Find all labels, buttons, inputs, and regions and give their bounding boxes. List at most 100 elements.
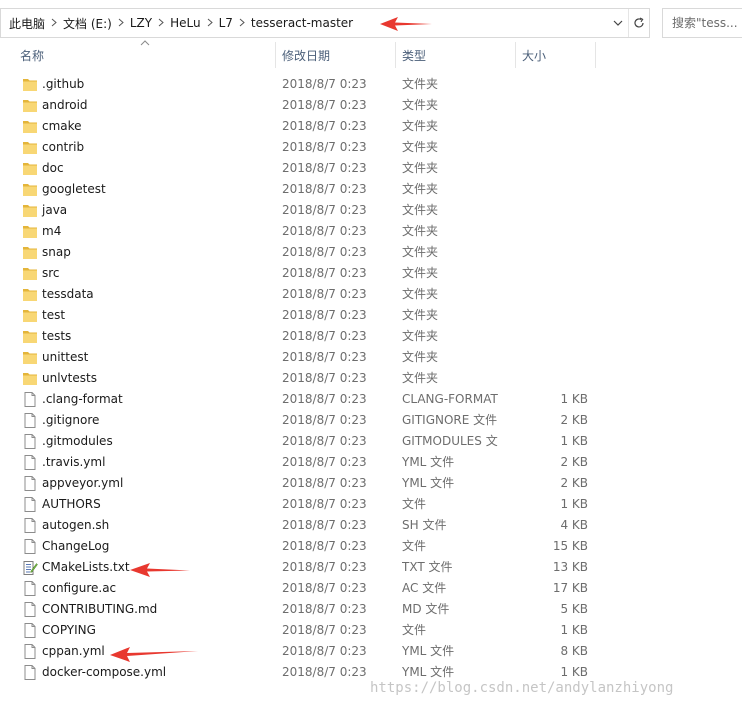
chevron-right-icon[interactable]: [45, 16, 63, 30]
chevron-right-icon[interactable]: [112, 16, 130, 30]
list-item[interactable]: test 2018/8/7 0:23 文件夹: [0, 305, 742, 326]
list-item[interactable]: AUTHORS 2018/8/7 0:23 文件 1 KB: [0, 494, 742, 515]
list-item[interactable]: CMakeLists.txt 2018/8/7 0:23 TXT 文件 13 KB: [0, 557, 742, 578]
breadcrumb-item[interactable]: tesseract-master: [251, 16, 353, 30]
file-icon: [22, 623, 38, 638]
file-date: 2018/8/7 0:23: [282, 602, 367, 616]
folder-icon: [22, 350, 38, 365]
breadcrumb-item[interactable]: LZY: [130, 16, 152, 30]
list-item[interactable]: unlvtests 2018/8/7 0:23 文件夹: [0, 368, 742, 389]
list-item[interactable]: tests 2018/8/7 0:23 文件夹: [0, 326, 742, 347]
list-item[interactable]: appveyor.yml 2018/8/7 0:23 YML 文件 2 KB: [0, 473, 742, 494]
file-date: 2018/8/7 0:23: [282, 623, 367, 637]
column-header-size[interactable]: 大小: [522, 40, 592, 70]
list-item[interactable]: docker-compose.yml 2018/8/7 0:23 YML 文件 1 K…: [0, 662, 742, 683]
list-item[interactable]: CONTRIBUTING.md 2018/8/7 0:23 MD 文件 5 KB: [0, 599, 742, 620]
list-item[interactable]: tessdata 2018/8/7 0:23 文件夹: [0, 284, 742, 305]
column-header-name[interactable]: 名称: [20, 40, 274, 70]
file-date: 2018/8/7 0:23: [282, 350, 367, 364]
file-size: 1 KB: [560, 623, 588, 637]
file-type: CLANG-FORMAT: [402, 392, 498, 406]
file-icon: [22, 581, 38, 596]
chevron-down-icon[interactable]: [608, 9, 628, 37]
search-input[interactable]: [672, 16, 742, 30]
file-type: 文件: [402, 539, 427, 553]
file-type: 文件夹: [402, 77, 439, 91]
list-item[interactable]: cppan.yml 2018/8/7 0:23 YML 文件 8 KB: [0, 641, 742, 662]
file-date: 2018/8/7 0:23: [282, 665, 367, 679]
file-type: 文件夹: [402, 350, 439, 364]
file-type: 文件夹: [402, 182, 439, 196]
file-name: unittest: [42, 350, 89, 364]
file-type: MD 文件: [402, 602, 450, 616]
file-name: .travis.yml: [42, 455, 106, 469]
file-name: doc: [42, 161, 64, 175]
file-icon: [22, 644, 38, 659]
list-item[interactable]: configure.ac 2018/8/7 0:23 AC 文件 17 KB: [0, 578, 742, 599]
folder-icon: [22, 224, 38, 239]
file-type: 文件夹: [402, 161, 439, 175]
list-item[interactable]: .gitignore 2018/8/7 0:23 GITIGNORE 文件 2 KB: [0, 410, 742, 431]
file-icon: [22, 392, 38, 407]
chevron-right-icon[interactable]: [233, 16, 251, 30]
file-name: m4: [42, 224, 62, 238]
refresh-icon[interactable]: [628, 9, 649, 37]
file-name: src: [42, 266, 60, 280]
folder-icon: [22, 140, 38, 155]
list-item[interactable]: m4 2018/8/7 0:23 文件夹: [0, 221, 742, 242]
file-type: 文件夹: [402, 287, 439, 301]
list-item[interactable]: doc 2018/8/7 0:23 文件夹: [0, 158, 742, 179]
list-item[interactable]: snap 2018/8/7 0:23 文件夹: [0, 242, 742, 263]
list-item[interactable]: android 2018/8/7 0:23 文件夹: [0, 95, 742, 116]
breadcrumb-item[interactable]: HeLu: [170, 16, 201, 30]
breadcrumb-item[interactable]: 文档 (E:): [63, 15, 112, 32]
column-header-type[interactable]: 类型: [402, 40, 512, 70]
address-bar[interactable]: 此电脑 文档 (E:) LZY HeLu L7 tesseract-master: [0, 8, 650, 38]
file-type: YML 文件: [402, 476, 455, 490]
folder-icon: [22, 161, 38, 176]
file-name: COPYING: [42, 623, 96, 637]
file-name: tessdata: [42, 287, 94, 301]
file-size: 2 KB: [560, 413, 588, 427]
file-name: snap: [42, 245, 71, 259]
file-icon: [22, 455, 38, 470]
breadcrumb-item[interactable]: 此电脑: [9, 15, 45, 32]
folder-icon: [22, 329, 38, 344]
file-name: .gitignore: [42, 413, 100, 427]
list-item[interactable]: .gitmodules 2018/8/7 0:23 GITMODULES 文 1 KB: [0, 431, 742, 452]
list-item[interactable]: .travis.yml 2018/8/7 0:23 YML 文件 2 KB: [0, 452, 742, 473]
file-date: 2018/8/7 0:23: [282, 581, 367, 595]
file-explorer-window: 此电脑 文档 (E:) LZY HeLu L7 tesseract-master 名称 修…: [0, 0, 742, 708]
file-name: test: [42, 308, 66, 322]
text-file-icon: [22, 560, 38, 575]
column-header-date[interactable]: 修改日期: [282, 40, 392, 70]
folder-icon: [22, 203, 38, 218]
list-item[interactable]: unittest 2018/8/7 0:23 文件夹: [0, 347, 742, 368]
file-name: .github: [42, 77, 85, 91]
file-size: 2 KB: [560, 476, 588, 490]
list-item[interactable]: contrib 2018/8/7 0:23 文件夹: [0, 137, 742, 158]
file-name: contrib: [42, 140, 85, 154]
list-item[interactable]: COPYING 2018/8/7 0:23 文件 1 KB: [0, 620, 742, 641]
chevron-right-icon[interactable]: [152, 16, 170, 30]
file-size: 1 KB: [560, 392, 588, 406]
file-icon: [22, 476, 38, 491]
breadcrumb-item[interactable]: L7: [219, 16, 233, 30]
list-item[interactable]: java 2018/8/7 0:23 文件夹: [0, 200, 742, 221]
list-item[interactable]: googletest 2018/8/7 0:23 文件夹: [0, 179, 742, 200]
list-item[interactable]: ChangeLog 2018/8/7 0:23 文件 15 KB: [0, 536, 742, 557]
folder-icon: [22, 371, 38, 386]
list-item[interactable]: .clang-format 2018/8/7 0:23 CLANG-FORMAT 1 …: [0, 389, 742, 410]
file-name: CONTRIBUTING.md: [42, 602, 158, 616]
list-item[interactable]: .github 2018/8/7 0:23 文件夹: [0, 74, 742, 95]
file-name: cmake: [42, 119, 82, 133]
chevron-right-icon[interactable]: [201, 16, 219, 30]
list-item[interactable]: autogen.sh 2018/8/7 0:23 SH 文件 4 KB: [0, 515, 742, 536]
file-name: android: [42, 98, 88, 112]
bottom-strip: [0, 697, 742, 708]
file-icon: [22, 497, 38, 512]
search-box[interactable]: [662, 8, 742, 38]
file-date: 2018/8/7 0:23: [282, 140, 367, 154]
list-item[interactable]: cmake 2018/8/7 0:23 文件夹: [0, 116, 742, 137]
list-item[interactable]: src 2018/8/7 0:23 文件夹: [0, 263, 742, 284]
